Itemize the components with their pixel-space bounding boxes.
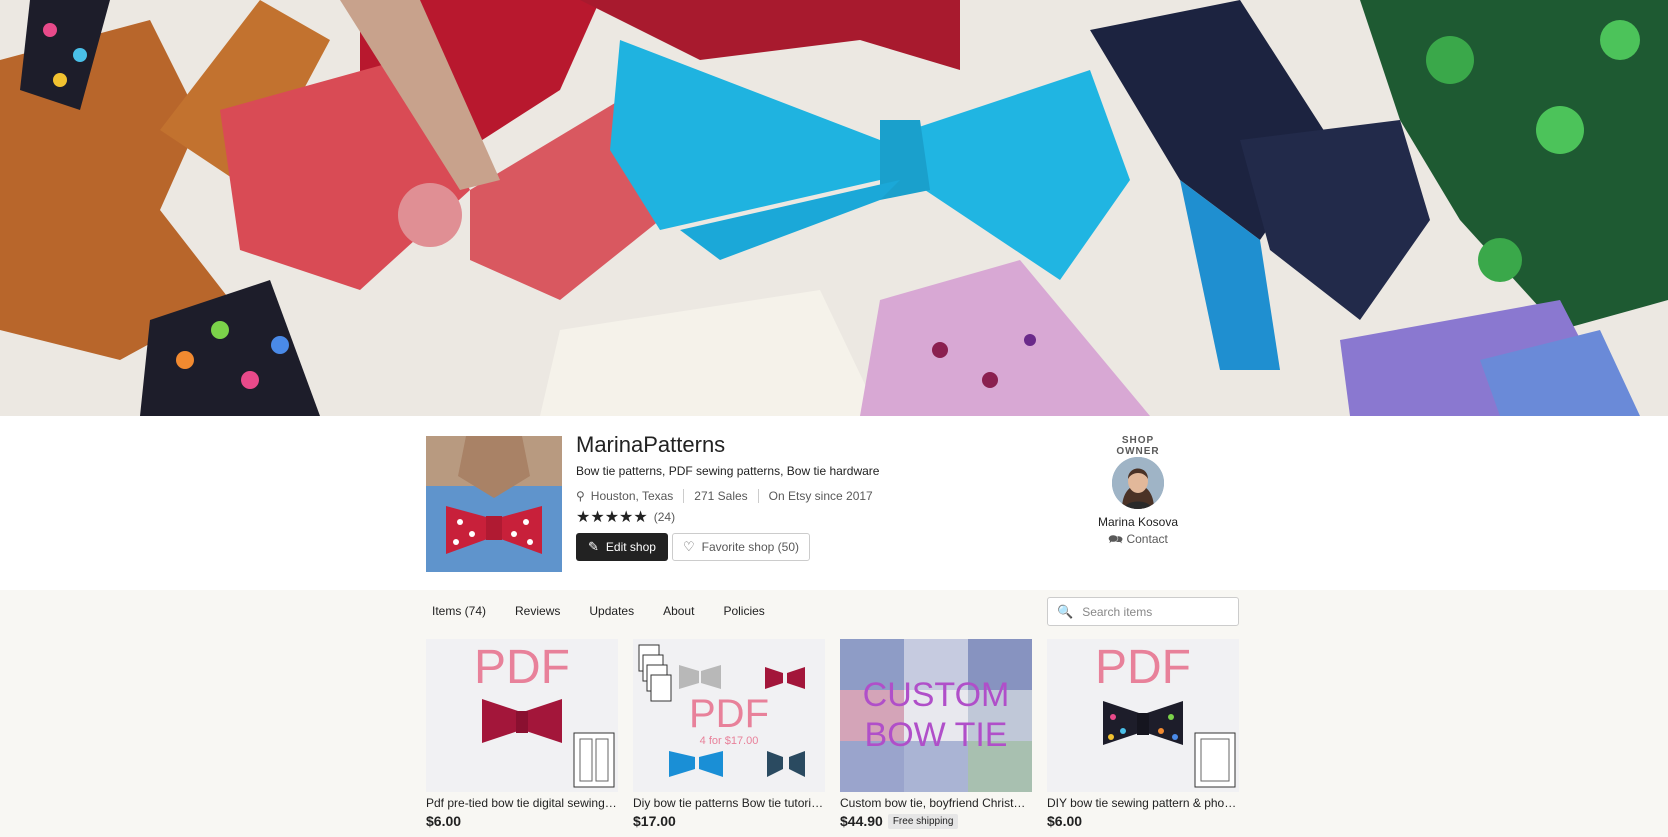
shop-logo[interactable] (426, 436, 562, 572)
listing-card[interactable]: PDF 4 for $17.00 Diy bow tie patterns Bo… (633, 639, 825, 829)
owner-name[interactable]: Marina Kosova (1068, 515, 1208, 529)
shop-sales[interactable]: 271 Sales (694, 489, 747, 503)
shop-name: MarinaPatterns (576, 432, 726, 457)
divider (683, 489, 685, 503)
contact-link[interactable]: 🗪 Contact (1068, 530, 1208, 551)
listing-card[interactable]: PDF DIY bow tie sewing pattern & photo t… (1047, 639, 1239, 829)
bow-tie-overlay-text: BOW TIE (864, 716, 1008, 754)
listing-price: $17.00 (633, 813, 676, 829)
favorite-shop-button[interactable]: ♡ Favorite shop (50) (672, 533, 810, 561)
pdf-overlay-text: PDF (474, 641, 570, 694)
listing-thumbnail[interactable]: PDF (1047, 639, 1239, 792)
listing-price: $6.00 (1047, 813, 1083, 829)
shop-location: Houston, Texas (590, 489, 674, 503)
heart-icon: ♡ (682, 539, 695, 554)
tab-about[interactable]: About (657, 602, 700, 620)
pencil-icon: ✎ (588, 539, 599, 554)
listing-card[interactable]: CUSTOM BOW TIE Custom bow tie, boyfriend… (840, 639, 1032, 829)
pdf-overlay-text: PDF (689, 692, 769, 736)
listing-price-row: $6.00 (1047, 813, 1239, 829)
pdf-overlay-text: PDF (1095, 641, 1191, 694)
listing-price-row: $17.00 (633, 813, 825, 829)
tab-items[interactable]: Items (74) (426, 602, 492, 620)
custom-overlay-text: CUSTOM (862, 676, 1010, 714)
listing-thumbnail[interactable]: CUSTOM BOW TIE (840, 639, 1032, 792)
search-box: 🔍 (1047, 597, 1239, 626)
shop-meta: ⚲ Houston, Texas 271 Sales On Etsy since… (576, 489, 873, 503)
contact-label: Contact (1126, 532, 1168, 546)
listing-price: $44.90 (840, 813, 883, 829)
listing-title[interactable]: Custom bow tie, boyfriend Christmas gift (840, 796, 1032, 810)
shop-owner-label: SHOP OWNER (1116, 435, 1160, 457)
tab-policies[interactable]: Policies (717, 602, 770, 620)
free-shipping-badge: Free shipping (887, 813, 959, 829)
shop-rating[interactable]: ★★★★★ (24) (576, 507, 675, 527)
bundle-overlay-text: 4 for $17.00 (699, 735, 759, 747)
location-pin-icon: ⚲ (576, 489, 585, 503)
tab-reviews[interactable]: Reviews (509, 602, 566, 620)
tab-updates[interactable]: Updates (583, 602, 640, 620)
listing-thumbnail[interactable]: PDF 4 for $17.00 (633, 639, 825, 792)
shop-banner (0, 0, 1668, 416)
listing-price-row: $6.00 (426, 813, 618, 829)
listing-thumbnail[interactable]: PDF (426, 639, 618, 792)
owner-avatar-image (1112, 457, 1164, 509)
listing-price: $6.00 (426, 813, 462, 829)
listing-price-row: $44.90 Free shipping (840, 813, 1032, 829)
listing-title[interactable]: Pdf pre-tied bow tie digital sewing patt… (426, 796, 618, 810)
bow-ties-banner-image (0, 0, 1668, 416)
edit-shop-label: Edit shop (605, 540, 656, 554)
listing-title[interactable]: Diy bow tie patterns Bow tie tutorial se… (633, 796, 825, 810)
shop-since: On Etsy since 2017 (768, 489, 873, 503)
divider (757, 489, 759, 503)
favorite-shop-label: Favorite shop (50) (701, 540, 800, 554)
edit-shop-button[interactable]: ✎ Edit shop (576, 533, 668, 561)
shop-logo-image (426, 436, 562, 572)
star-rating-icon: ★★★★★ (576, 509, 648, 526)
shop-header (0, 416, 1668, 590)
message-icon: 🗪 (1108, 532, 1124, 546)
shop-tagline: Bow tie patterns, PDF sewing patterns, B… (576, 464, 880, 478)
search-icon: 🔍 (1057, 603, 1074, 619)
listing-title[interactable]: DIY bow tie sewing pattern & photo tutor… (1047, 796, 1239, 810)
review-count: (24) (653, 510, 676, 524)
search-input[interactable] (1080, 603, 1225, 620)
owner-avatar[interactable] (1112, 457, 1164, 509)
listing-card[interactable]: PDF Pdf pre-tied bow tie digital sewing … (426, 639, 618, 829)
shop-tabs: Items (74) Reviews Updates About Policie… (426, 602, 788, 620)
